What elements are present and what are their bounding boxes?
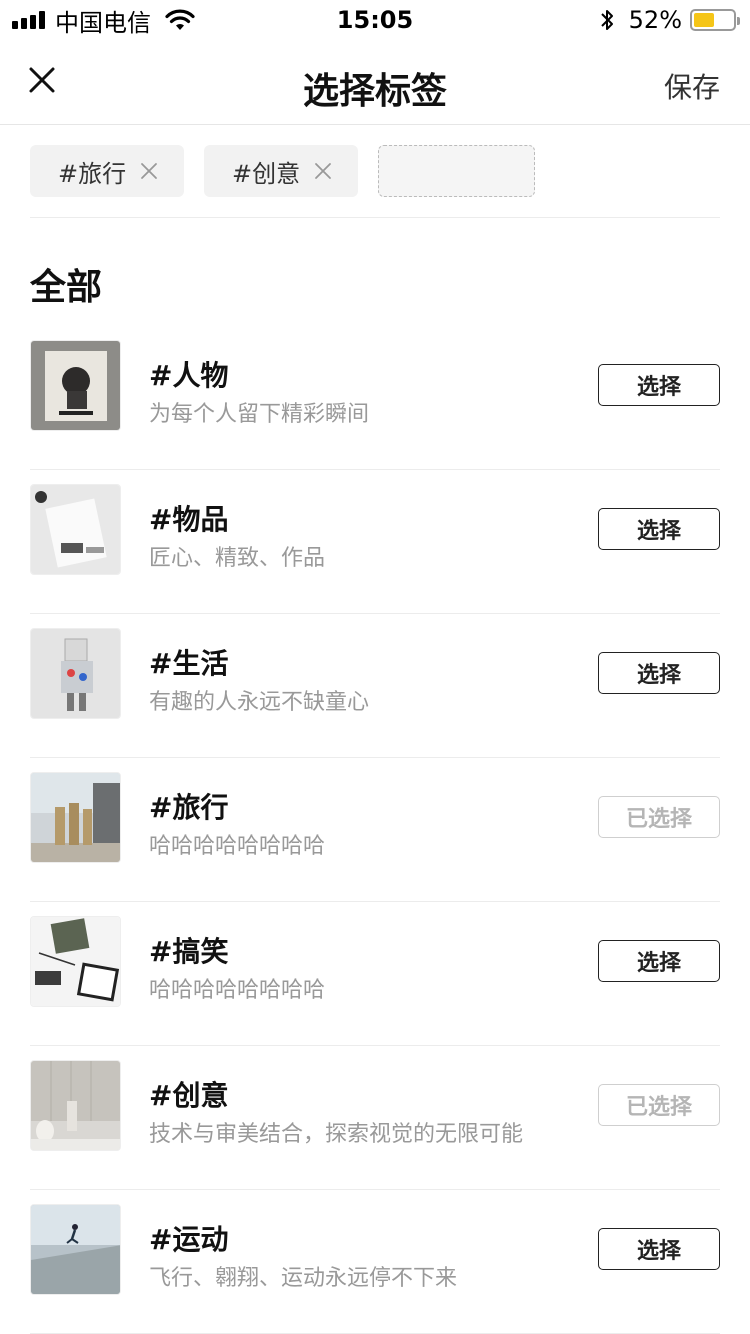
tag-thumbnail	[30, 484, 121, 575]
selected-tag-chip[interactable]: #旅行	[30, 145, 184, 197]
list-item: #物品 匠心、精致、作品 选择	[30, 470, 720, 614]
tag-thumbnail	[30, 628, 121, 719]
battery-icon	[690, 9, 740, 31]
select-button[interactable]: 选择	[598, 508, 720, 550]
status-bar-right: 52%	[599, 6, 740, 34]
list-item: #人物 为每个人留下精彩瞬间 选择	[30, 326, 720, 470]
save-button[interactable]: 保存	[664, 66, 720, 106]
tag-description: 哈哈哈哈哈哈哈哈	[149, 978, 326, 1003]
tag-title: #搞笑	[149, 935, 229, 968]
remove-tag-icon[interactable]	[140, 162, 158, 180]
tag-description: 有趣的人永远不缺童心	[149, 690, 370, 715]
tag-description: 匠心、精致、作品	[149, 546, 326, 571]
bluetooth-icon	[600, 10, 613, 30]
tag-title: #创意	[149, 1079, 229, 1112]
tag-thumbnail	[30, 916, 121, 1007]
list-item: #生活 有趣的人永远不缺童心 选择	[30, 614, 720, 758]
nav-bar: 选择标签 保存	[0, 40, 750, 125]
tag-thumbnail	[30, 1060, 121, 1151]
chip-label: #旅行	[58, 159, 127, 188]
status-bar: 中国电信 15:05 52%	[0, 0, 750, 40]
tag-thumbnail	[30, 1204, 121, 1295]
selected-tags: #旅行 #创意	[30, 145, 535, 197]
tag-title: #旅行	[149, 791, 229, 824]
tag-thumbnail	[30, 340, 121, 431]
battery-percentage: 52%	[628, 6, 682, 34]
list-item: #创意 技术与审美结合，探索视觉的无限可能 已选择	[30, 1046, 720, 1190]
section-title: 全部	[30, 267, 103, 308]
tag-description: 飞行、翱翔、运动永远停不下来	[149, 1266, 458, 1291]
tag-title: #人物	[149, 359, 229, 392]
tag-list: #人物 为每个人留下精彩瞬间 选择 #物品 匠心、精致、作品 选择 #生活 有趣…	[30, 326, 720, 1334]
tag-description: 技术与审美结合，探索视觉的无限可能	[149, 1122, 524, 1147]
tag-thumbnail	[30, 772, 121, 863]
remove-tag-icon[interactable]	[314, 162, 332, 180]
select-button[interactable]: 选择	[598, 652, 720, 694]
select-button[interactable]: 选择	[598, 1228, 720, 1270]
list-item: #搞笑 哈哈哈哈哈哈哈哈 选择	[30, 902, 720, 1046]
battery-fill	[694, 13, 714, 27]
list-item: #运动 飞行、翱翔、运动永远停不下来 选择	[30, 1190, 720, 1334]
selected-tag-chip[interactable]: #创意	[204, 145, 358, 197]
selected-button[interactable]: 已选择	[598, 796, 720, 838]
tag-description: 哈哈哈哈哈哈哈哈	[149, 834, 326, 859]
tag-description: 为每个人留下精彩瞬间	[149, 402, 370, 427]
page-title: 选择标签	[302, 71, 447, 112]
empty-tag-slot[interactable]	[378, 145, 535, 197]
select-button[interactable]: 选择	[598, 940, 720, 982]
tag-title: #物品	[149, 503, 229, 536]
tag-title: #运动	[149, 1223, 229, 1256]
divider	[30, 217, 720, 218]
chip-label: #创意	[232, 159, 301, 188]
selected-button[interactable]: 已选择	[598, 1084, 720, 1126]
select-button[interactable]: 选择	[598, 364, 720, 406]
tag-title: #生活	[149, 647, 229, 680]
list-item: #旅行 哈哈哈哈哈哈哈哈 已选择	[30, 758, 720, 902]
